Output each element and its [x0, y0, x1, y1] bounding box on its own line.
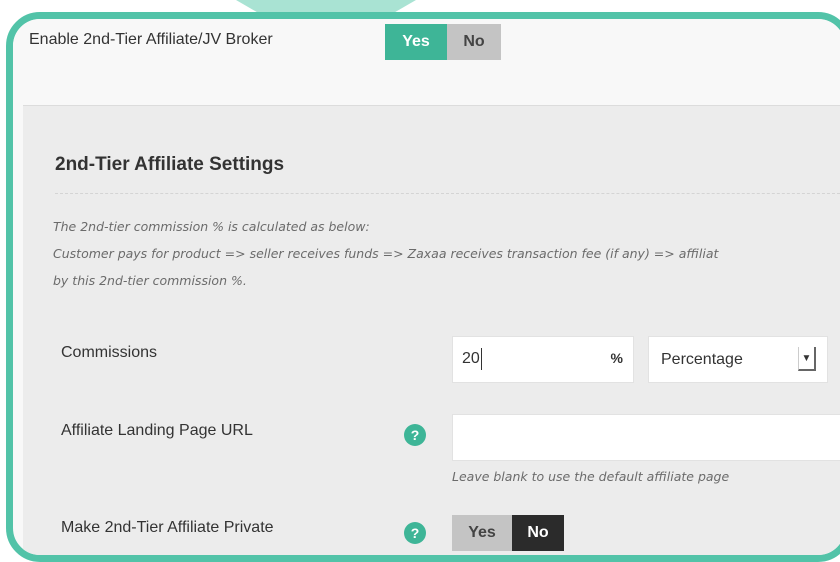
settings-frame: Enable 2nd-Tier Affiliate/JV Broker Yes … — [6, 12, 840, 562]
private-label: Make 2nd-Tier Affiliate Private — [61, 519, 274, 536]
divider — [55, 193, 840, 194]
commission-input[interactable]: 20 % — [452, 336, 634, 383]
private-yes-button[interactable]: Yes — [452, 515, 512, 551]
commission-note: The 2nd-tier commission % is calculated … — [53, 213, 840, 294]
help-icon[interactable]: ? — [404, 522, 426, 544]
commission-type-select[interactable]: Percentage ▼ — [648, 336, 828, 383]
help-icon[interactable]: ? — [404, 424, 426, 446]
landing-url-input[interactable] — [452, 414, 840, 461]
private-no-button[interactable]: No — [512, 515, 564, 551]
note-line: by this 2nd-tier commission %. — [53, 273, 247, 288]
private-toggle: Yes No — [452, 515, 564, 551]
affiliate-settings-panel: 2nd-Tier Affiliate Settings The 2nd-tier… — [23, 105, 840, 555]
note-line: The 2nd-tier commission % is calculated … — [53, 219, 370, 234]
landing-url-label: Affiliate Landing Page URL — [61, 422, 253, 439]
enable-yes-button[interactable]: Yes — [385, 24, 447, 60]
note-line: Customer pays for product => seller rece… — [53, 246, 719, 261]
commission-value: 20 — [462, 350, 480, 367]
chevron-down-icon[interactable]: ▼ — [798, 347, 816, 371]
enable-no-button[interactable]: No — [447, 24, 501, 60]
commission-type-value: Percentage — [661, 351, 743, 368]
text-caret — [481, 348, 482, 370]
commissions-label: Commissions — [61, 344, 158, 361]
enable-toggle: Yes No — [385, 24, 501, 60]
panel-title: 2nd-Tier Affiliate Settings — [55, 154, 285, 175]
enable-row: Enable 2nd-Tier Affiliate/JV Broker Yes … — [13, 19, 840, 105]
percent-unit: % — [610, 350, 623, 366]
landing-url-hint: Leave blank to use the default affiliate… — [452, 469, 730, 484]
enable-label: Enable 2nd-Tier Affiliate/JV Broker — [29, 31, 273, 48]
